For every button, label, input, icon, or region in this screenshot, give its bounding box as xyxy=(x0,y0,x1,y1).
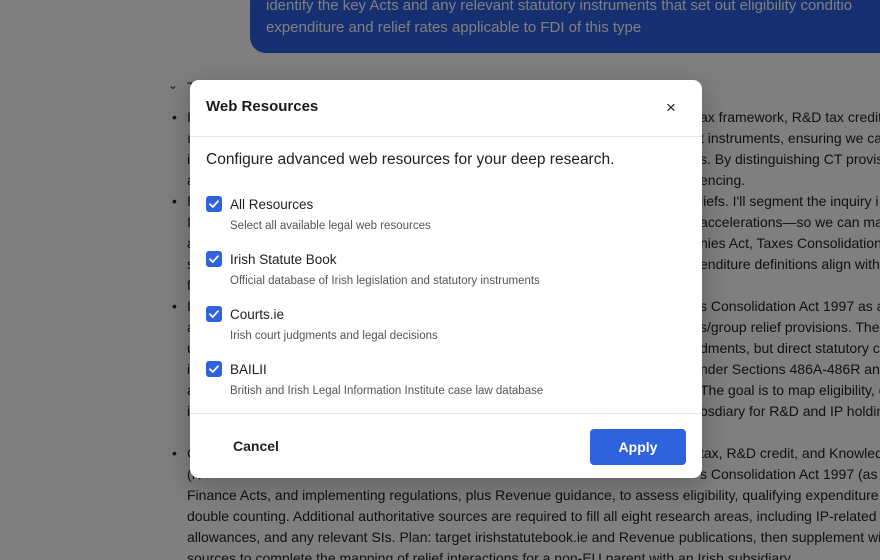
dialog-footer: Cancel Apply xyxy=(190,413,702,478)
option-irish-statute-book[interactable]: Irish Statute Book Official database of … xyxy=(206,251,676,297)
option-label: Courts.ie xyxy=(230,307,285,322)
option-label: All Resources xyxy=(230,197,314,212)
option-all-resources[interactable]: All Resources Select all available legal… xyxy=(206,196,676,242)
dialog-header: Web Resources × xyxy=(190,80,702,137)
option-bailii[interactable]: BAILII British and Irish Legal Informati… xyxy=(206,361,676,407)
apply-button[interactable]: Apply xyxy=(590,429,686,465)
option-label: BAILII xyxy=(230,362,267,377)
all-resources-checkbox[interactable] xyxy=(206,196,222,212)
option-description: British and Irish Legal Information Inst… xyxy=(230,385,544,397)
irish-statute-book-checkbox[interactable] xyxy=(206,251,222,267)
check-icon xyxy=(209,255,219,263)
option-description: Select all available legal web resources xyxy=(230,220,431,232)
check-icon xyxy=(209,310,219,318)
option-label: Irish Statute Book xyxy=(230,252,337,267)
cancel-button[interactable]: Cancel xyxy=(233,438,279,454)
check-icon xyxy=(209,200,219,208)
dialog-title: Web Resources xyxy=(206,98,319,115)
web-resources-dialog: Web Resources × Configure advanced web r… xyxy=(190,80,702,478)
check-icon xyxy=(209,365,219,373)
option-description: Irish court judgments and legal decision… xyxy=(230,330,438,342)
option-description: Official database of Irish legislation a… xyxy=(230,275,540,287)
bailii-checkbox[interactable] xyxy=(206,361,222,377)
option-courts-ie[interactable]: Courts.ie Irish court judgments and lega… xyxy=(206,306,676,352)
close-button[interactable]: × xyxy=(660,97,682,119)
courts-ie-checkbox[interactable] xyxy=(206,306,222,322)
dialog-description: Configure advanced web resources for you… xyxy=(206,151,615,168)
